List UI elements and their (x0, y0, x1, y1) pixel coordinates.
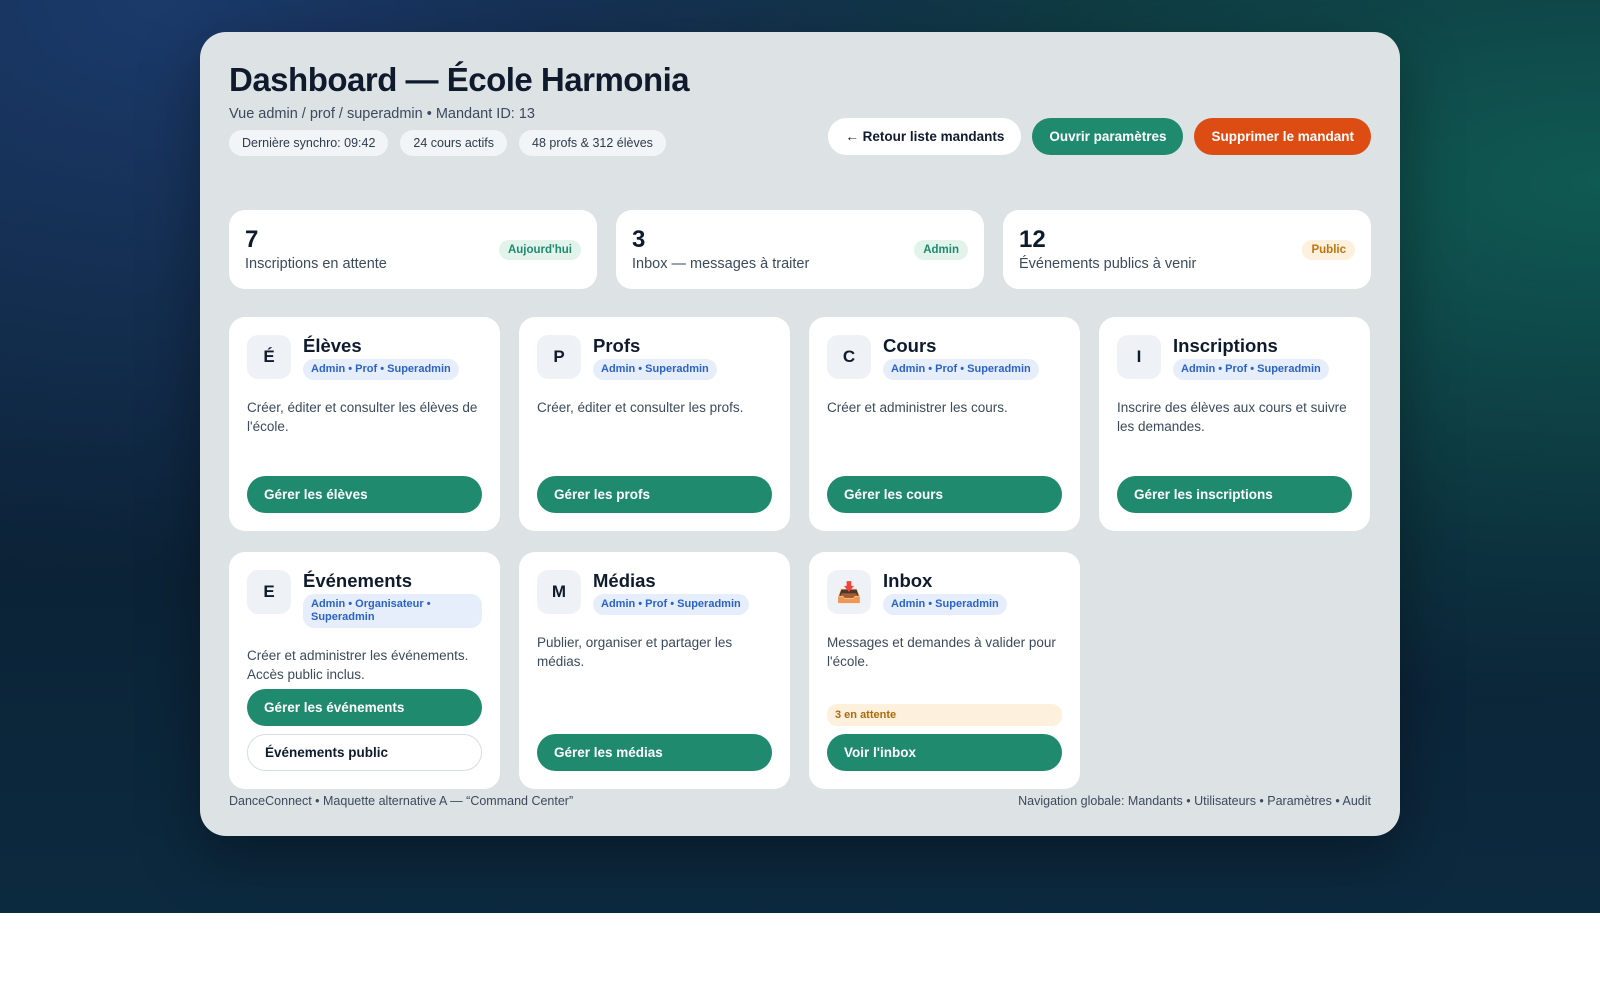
sync-chip: Dernière synchro: 09:42 (229, 130, 389, 156)
back-to-mandants-button[interactable]: ← Retour liste mandants (828, 118, 1022, 155)
page-title: Dashboard — École Harmonia (229, 61, 690, 98)
card-description: Créer et administrer les cours. (827, 400, 1008, 415)
card-description: Créer et administrer les événements. Acc… (247, 648, 469, 682)
module-card-inscriptions: I Inscriptions Admin • Prof • Superadmin… (1099, 317, 1370, 531)
card-title: Médias (593, 570, 656, 591)
modules-grid: É Élèves Admin • Prof • Superadmin Créer… (229, 317, 1371, 789)
card-title: Élèves (303, 335, 362, 356)
card-title: Inscriptions (1173, 335, 1278, 356)
role-pill: Admin • Prof • Superadmin (303, 359, 459, 380)
public-evenements-button[interactable]: Événements public (247, 734, 482, 771)
active-courses-chip: 24 cours actifs (400, 130, 507, 156)
footer: DanceConnect • Maquette alternative A — … (229, 794, 1371, 808)
role-pill: Admin • Superadmin (593, 359, 717, 380)
manage-eleves-button[interactable]: Gérer les élèves (247, 476, 482, 513)
card-description: Inscrire des élèves aux cours et suivre … (1117, 400, 1347, 434)
inbox-tray-icon: 📥 (827, 570, 871, 614)
role-pill: Admin • Prof • Superadmin (593, 594, 749, 615)
manage-profs-button[interactable]: Gérer les profs (537, 476, 772, 513)
module-card-inbox: 📥 Inbox Admin • Superadmin Messages et d… (809, 552, 1080, 789)
profs-letter-icon: P (537, 335, 581, 379)
role-pill: Admin • Organisateur • Superadmin (303, 594, 482, 628)
manage-evenements-button[interactable]: Gérer les événements (247, 689, 482, 726)
pending-count-banner: 3 en attente (827, 704, 1062, 726)
card-description: Publier, organiser et partager les média… (537, 635, 733, 669)
medias-letter-icon: M (537, 570, 581, 614)
module-card-medias: M Médias Admin • Prof • Superadmin Publi… (519, 552, 790, 789)
open-settings-button[interactable]: Ouvrir paramètres (1032, 118, 1184, 155)
footer-global-nav: Navigation globale: Mandants • Utilisate… (1018, 794, 1371, 808)
module-card-evenements: E Événements Admin • Organisateur • Supe… (229, 552, 500, 789)
stat-badge: Admin (914, 240, 968, 260)
stat-badge: Aujourd'hui (498, 240, 581, 260)
card-title: Profs (593, 335, 641, 356)
role-pill: Admin • Prof • Superadmin (1173, 359, 1329, 380)
module-card-profs: P Profs Admin • Superadmin Créer, éditer… (519, 317, 790, 531)
card-description: Créer, éditer et consulter les profs. (537, 400, 744, 415)
manage-inscriptions-button[interactable]: Gérer les inscriptions (1117, 476, 1352, 513)
inscriptions-letter-icon: I (1117, 335, 1161, 379)
card-title: Cours (883, 335, 937, 356)
manage-cours-button[interactable]: Gérer les cours (827, 476, 1062, 513)
eleves-letter-icon: É (247, 335, 291, 379)
dashboard-header: Dashboard — École Harmonia Vue admin / p… (229, 60, 1371, 180)
evenements-letter-icon: E (247, 570, 291, 614)
card-description: Créer, éditer et consulter les élèves de… (247, 400, 478, 434)
stat-card-inbox: 3 Inbox — messages à traiter Admin (616, 210, 984, 289)
card-title: Événements (303, 570, 412, 591)
role-pill: Admin • Prof • Superadmin (883, 359, 1039, 380)
view-inbox-button[interactable]: Voir l'inbox (827, 734, 1062, 771)
module-card-eleves: É Élèves Admin • Prof • Superadmin Créer… (229, 317, 500, 531)
stat-card-public-events: 12 Événements publics à venir Public (1003, 210, 1371, 289)
manage-medias-button[interactable]: Gérer les médias (537, 734, 772, 771)
stat-card-pending-registrations: 7 Inscriptions en attente Aujourd'hui (229, 210, 597, 289)
module-card-cours: C Cours Admin • Prof • Superadmin Créer … (809, 317, 1080, 531)
card-title: Inbox (883, 570, 933, 591)
card-description: Messages et demandes à valider pour l'éc… (827, 635, 1056, 669)
stat-label: Événements publics à venir (1019, 256, 1197, 272)
stat-badge: Public (1302, 240, 1355, 260)
footer-credit: DanceConnect • Maquette alternative A — … (229, 794, 574, 808)
stats-row: 7 Inscriptions en attente Aujourd'hui 3 … (229, 210, 1371, 289)
dashboard-panel: Dashboard — École Harmonia Vue admin / p… (200, 32, 1400, 836)
delete-mandant-button[interactable]: Supprimer le mandant (1194, 118, 1371, 155)
counts-chip: 48 profs & 312 élèves (519, 130, 666, 156)
role-pill: Admin • Superadmin (883, 594, 1007, 615)
cours-letter-icon: C (827, 335, 871, 379)
header-actions: ← Retour liste mandants Ouvrir paramètre… (828, 118, 1371, 155)
